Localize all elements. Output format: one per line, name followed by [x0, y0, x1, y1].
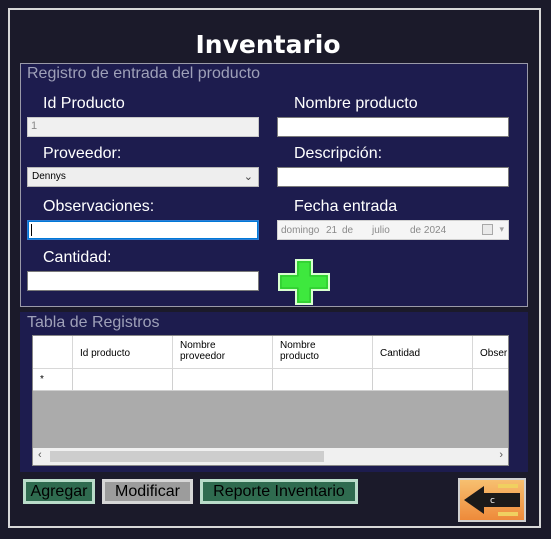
grid-header-row: Id producto Nombre proveedor Nombre prod…: [33, 336, 508, 369]
cantidad-field[interactable]: [27, 271, 259, 291]
table-groupbox: Tabla de Registros Id producto Nombre pr…: [20, 312, 528, 472]
proveedor-label: Proveedor:: [43, 145, 122, 162]
entry-group-title: Registro de entrada del producto: [27, 65, 261, 82]
observaciones-label: Observaciones:: [43, 198, 155, 215]
calendar-icon[interactable]: [482, 224, 493, 235]
modificar-button[interactable]: Modificar: [102, 479, 193, 504]
page-title: Inventario: [195, 30, 341, 59]
date-de: de: [342, 225, 354, 236]
back-caption: c: [490, 496, 495, 506]
table-group-title: Tabla de Registros: [27, 314, 160, 331]
plus-icon[interactable]: [277, 258, 331, 306]
column-header[interactable]: Nombre producto: [273, 336, 373, 369]
table-cell[interactable]: [473, 369, 508, 391]
chevron-down-icon[interactable]: ⌄: [244, 170, 253, 183]
reporte-inventario-button[interactable]: Reporte Inventario: [200, 479, 358, 504]
back-arrow-icon: c: [464, 484, 520, 516]
table-cell[interactable]: [73, 369, 173, 391]
row-header-corner: [33, 336, 73, 369]
scrollbar-thumb[interactable]: [50, 451, 324, 462]
cantidad-label: Cantidad:: [43, 249, 112, 266]
chevron-right-icon[interactable]: ›: [499, 449, 503, 461]
observaciones-field[interactable]: [27, 220, 259, 240]
nombre-producto-field[interactable]: [277, 117, 509, 137]
chevron-down-icon[interactable]: ▾: [499, 224, 504, 235]
new-row-marker: *: [33, 369, 73, 391]
table-row[interactable]: *: [33, 369, 508, 391]
column-header[interactable]: Obser: [473, 336, 508, 369]
chevron-left-icon[interactable]: ‹: [38, 449, 42, 461]
date-month: julio: [372, 225, 390, 236]
descripcion-label: Descripción:: [294, 145, 383, 162]
column-header[interactable]: Id producto: [73, 336, 173, 369]
id-producto-label: Id Producto: [43, 95, 125, 112]
date-day: 21: [326, 225, 338, 236]
records-grid[interactable]: Id producto Nombre proveedor Nombre prod…: [32, 335, 509, 466]
date-weekday: domingo: [281, 225, 320, 236]
proveedor-selected-value: Dennys: [32, 171, 66, 182]
horizontal-scrollbar[interactable]: ‹ ›: [33, 448, 508, 465]
id-producto-field[interactable]: 1: [27, 117, 259, 137]
date-year: de 2024: [410, 225, 447, 236]
table-cell[interactable]: [373, 369, 473, 391]
table-cell[interactable]: [173, 369, 273, 391]
column-header[interactable]: Cantidad: [373, 336, 473, 369]
back-button[interactable]: c: [458, 478, 526, 522]
descripcion-field[interactable]: [277, 167, 509, 187]
proveedor-select[interactable]: Dennys ⌄: [27, 167, 259, 187]
fecha-entrada-datepicker[interactable]: domingo 21 de julio de 2024 ▾: [277, 220, 509, 240]
nombre-producto-label: Nombre producto: [294, 95, 418, 112]
table-cell[interactable]: [273, 369, 373, 391]
column-header[interactable]: Nombre proveedor: [173, 336, 273, 369]
agregar-button[interactable]: Agregar: [23, 479, 95, 504]
text-caret: [31, 224, 32, 236]
fecha-entrada-label: Fecha entrada: [294, 198, 398, 215]
